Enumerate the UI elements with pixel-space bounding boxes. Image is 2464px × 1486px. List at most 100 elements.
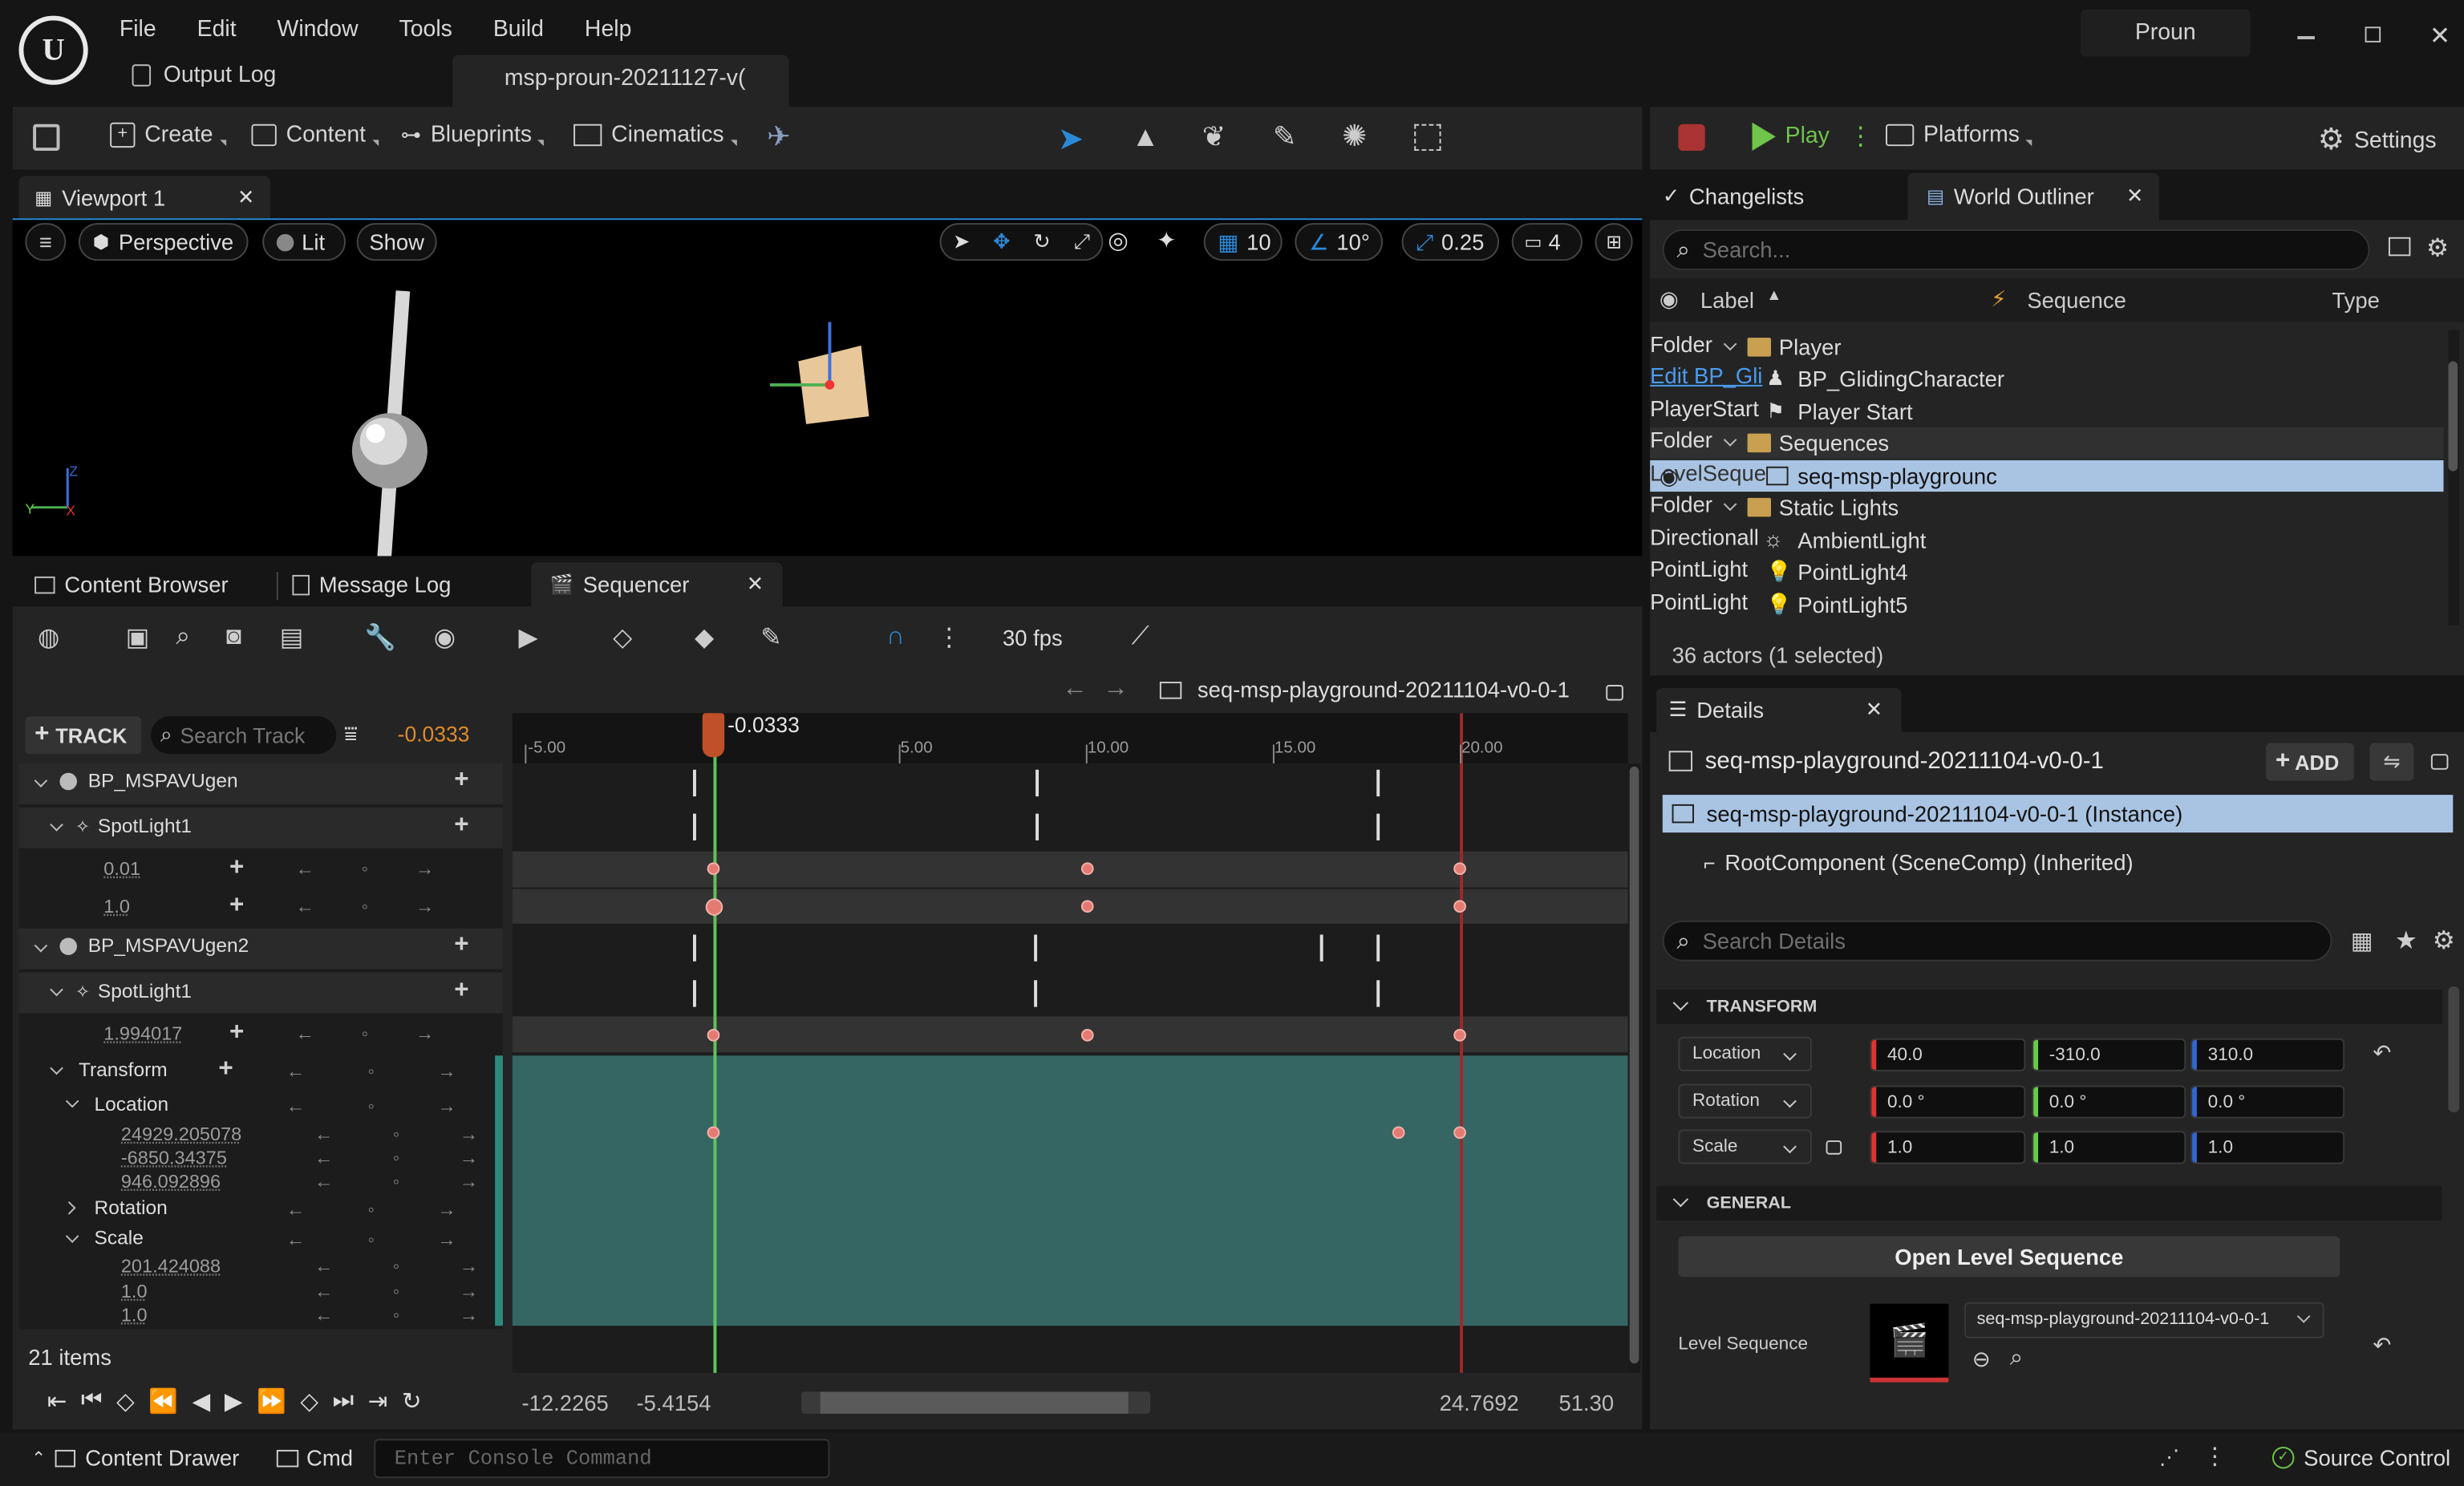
add-key-icon[interactable]: + (229, 893, 244, 921)
key-nav-icons[interactable]: ←◦→ (314, 1255, 538, 1277)
keyframe[interactable] (707, 1126, 720, 1140)
keyframe[interactable] (1453, 862, 1466, 876)
create-button[interactable]: + Create (110, 122, 226, 148)
outliner-scrollbar[interactable] (2448, 330, 2460, 626)
location-y-field[interactable]: -310.0 (2032, 1038, 2186, 1071)
use-selected-asset-icon[interactable]: ⊖ (1972, 1346, 1991, 1373)
key-nav-icons[interactable]: ←◦→ (295, 857, 481, 879)
scale-z-value[interactable]: 1.0 (121, 1304, 148, 1326)
jump-end-icon[interactable]: ⇥ (368, 1387, 388, 1415)
mesh-paint-mode-icon[interactable]: ✎ (1273, 121, 1297, 154)
scale-tool-icon[interactable]: ⤢ (1074, 229, 1090, 254)
reset-level-sequence-icon[interactable]: ↶ (2373, 1332, 2391, 1358)
menu-build[interactable]: Build (493, 18, 544, 43)
open-level-sequence-button[interactable]: Open Level Sequence (1678, 1236, 2340, 1277)
search-icon[interactable]: ⌕ (176, 624, 190, 652)
details-tab[interactable]: ☰ Details ✕ (1656, 687, 1902, 732)
rotation-y-field[interactable]: 0.0 ° (2032, 1085, 2186, 1119)
prev-key-icon[interactable]: ⏮ (81, 1387, 102, 1415)
play-button[interactable]: Play (1752, 122, 1830, 152)
key-nav-icons[interactable]: ←◦→ (314, 1124, 538, 1145)
step-back-icon[interactable]: ⏪ (148, 1387, 178, 1415)
play-range-icon[interactable]: ▶ (519, 622, 538, 654)
close-icon[interactable]: ✕ (237, 185, 254, 210)
lock-icon[interactable] (1606, 685, 1623, 701)
outliner-row-pointlight4[interactable]: 💡 PointLight4 PointLight (1650, 556, 2443, 587)
sequencer-tab[interactable]: 🎬 Sequencer ✕ (531, 562, 783, 607)
add-folder-icon[interactable] (2388, 237, 2411, 257)
select-tool-icon[interactable]: ➤ (953, 229, 970, 254)
scale-mode-dropdown[interactable]: Scale (1678, 1129, 1812, 1164)
col-label[interactable]: Label (1700, 287, 1754, 312)
scale-lock-icon[interactable] (1826, 1140, 1842, 1155)
jump-start-icon[interactable]: ⇤ (47, 1387, 67, 1415)
perspective-button[interactable]: ⬢ Perspective (78, 223, 249, 261)
close-icon[interactable]: ✕ (747, 572, 764, 597)
restore-button[interactable] (2365, 26, 2381, 43)
outliner-row-static-lights[interactable]: Static Lights Folder (1650, 492, 2443, 523)
spotlight-value[interactable]: 1.994017 (103, 1022, 182, 1044)
gear-icon[interactable]: ⚙ (2426, 233, 2449, 264)
next-key-diamond-icon[interactable]: ◇ (300, 1387, 318, 1415)
general-section-header[interactable]: GENERAL (1656, 1185, 2442, 1221)
viewport-tab[interactable]: ▦ Viewport 1 ✕ (18, 176, 270, 221)
surface-snap-icon[interactable]: ✦ (1157, 226, 1177, 254)
key-nav-icons[interactable]: ←◦→ (286, 1229, 519, 1250)
outliner-search-input[interactable]: ⌕ Search... (1662, 229, 2370, 270)
add-key-icon[interactable]: + (229, 1019, 244, 1047)
view-start[interactable]: -5.4154 (636, 1391, 711, 1415)
range-end[interactable]: 51.30 (1559, 1391, 1615, 1415)
visibility-column-icon[interactable]: ◉ (1660, 285, 1679, 312)
modeling-icon[interactable]: ✈ (767, 121, 791, 154)
key-nav-icons[interactable]: ←◦→ (314, 1147, 538, 1168)
add-icon[interactable]: + (218, 1055, 233, 1083)
location-z-field[interactable]: 310.0 (2190, 1038, 2345, 1071)
step-forward-icon[interactable]: ⏩ (257, 1387, 286, 1415)
keyframe[interactable] (1392, 1126, 1405, 1140)
add-track-button[interactable]: + TRACK (25, 716, 142, 755)
spotlight-track-1[interactable]: ✧ SpotLight1 (75, 816, 192, 837)
sequence-breadcrumb[interactable]: seq-msp-playground-20211104-v0-0-1 (1159, 677, 1570, 703)
back-arrow-icon[interactable]: ← (1062, 675, 1087, 703)
wrench-icon[interactable]: 🔧 (365, 622, 396, 654)
details-scrollbar[interactable] (2448, 986, 2460, 1112)
revision-control-icon[interactable] (1678, 123, 1705, 152)
lock-icon[interactable] (2430, 754, 2449, 770)
landscape-mode-icon[interactable]: ▲ (1132, 121, 1160, 154)
outliner-row-ambient-light[interactable]: ☼ AmbientLight Directionall (1650, 524, 2443, 556)
col-type[interactable]: Type (2332, 287, 2379, 312)
loop-icon[interactable]: ↻ (402, 1387, 422, 1415)
step-back-key-icon[interactable]: ◇ (116, 1387, 135, 1415)
key-filled-icon[interactable]: ◆ (695, 622, 714, 654)
camera-speed-button[interactable]: ▭ 4 (1511, 223, 1583, 261)
save-sequence-icon[interactable]: ▣ (126, 622, 150, 654)
menu-edit[interactable]: Edit (197, 18, 237, 43)
level-sequence-asset-picker[interactable]: seq-msp-playground-20211104-v0-0-1 (1964, 1302, 2324, 1338)
eye-icon[interactable]: ◉ (434, 622, 456, 654)
add-icon[interactable]: + (454, 812, 468, 840)
viewport-layout-icon[interactable]: ⊞ (1595, 223, 1633, 261)
location-y-value[interactable]: -6850.34375 (121, 1147, 227, 1168)
instance-row[interactable]: seq-msp-playground-20211104-v0-0-1 (Inst… (1662, 795, 2454, 833)
menu-help[interactable]: Help (585, 18, 631, 43)
reverse-play-icon[interactable]: ◀ (192, 1387, 211, 1415)
viewport-options-button[interactable]: ≡ (25, 223, 67, 261)
scale-x-value[interactable]: 201.424088 (121, 1255, 221, 1277)
output-log-tab[interactable]: Output Log (132, 63, 276, 88)
save-icon[interactable] (33, 123, 60, 152)
favorite-star-icon[interactable]: ★ (2395, 925, 2417, 957)
grid-snap-button[interactable]: ▦ 10 (1203, 223, 1283, 261)
status-options-icon[interactable]: ⋮ (2203, 1442, 2227, 1470)
rotation-z-field[interactable]: 0.0 ° (2190, 1085, 2345, 1119)
content-drawer-button[interactable]: ⌃ Content Drawer (31, 1445, 239, 1470)
camera-icon[interactable]: ◙ (226, 624, 241, 652)
rotation-x-field[interactable]: 0.0 ° (1870, 1085, 2026, 1119)
scale-z-field[interactable]: 1.0 (2190, 1131, 2345, 1164)
viewport-area[interactable]: Z Y X (12, 218, 1643, 557)
scale-y-field[interactable]: 1.0 (2032, 1131, 2186, 1164)
view-end[interactable]: 24.7692 (1440, 1391, 1519, 1415)
world-icon[interactable]: ◍ (38, 622, 59, 654)
console-command-input[interactable]: Enter Console Command (374, 1439, 830, 1479)
range-start[interactable]: -12.2265 (521, 1391, 608, 1415)
add-key-icon[interactable]: + (229, 855, 244, 883)
